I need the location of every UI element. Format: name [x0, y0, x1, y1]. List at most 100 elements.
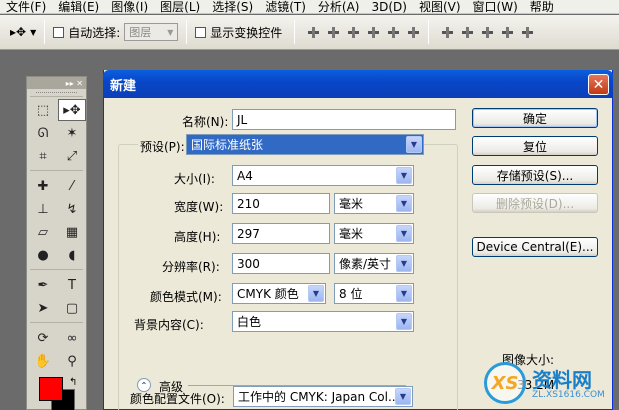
pen-tool-icon[interactable]: ✒ [29, 274, 57, 296]
chevron-down-icon: ▼ [396, 225, 412, 242]
auto-select-value: 图层 [129, 26, 152, 39]
distribute-vcenter-icon[interactable] [461, 26, 474, 39]
menu-bar: 文件(F) 编辑(E) 图像(I) 图层(L) 选择(S) 滤镜(T) 分析(A… [0, 0, 619, 14]
blur-tool-icon[interactable]: ● [29, 244, 57, 266]
watermark-url: ZL.XS1616.COM [532, 390, 605, 400]
eyedropper-tool-icon[interactable]: ⤢ [58, 145, 86, 167]
name-input[interactable]: JL [232, 109, 456, 130]
menu-analysis[interactable]: 分析(A) [312, 1, 366, 13]
marquee-tool-icon[interactable]: ⬚ [29, 99, 57, 121]
align-top-icon[interactable] [307, 26, 320, 39]
healing-brush-tool-icon[interactable]: ✚ [29, 175, 57, 197]
toolbox-titlebar[interactable]: ▸▸ ✕ [27, 77, 86, 89]
lasso-tool-icon[interactable]: ᘏ [29, 122, 57, 144]
auto-select-dropdown[interactable]: 图层 ▼ [124, 23, 179, 41]
bit-depth-value: 8 位 [339, 287, 363, 301]
preset-select[interactable]: 国际标准纸张 ▼ [186, 134, 424, 155]
menu-file[interactable]: 文件(F) [0, 1, 52, 13]
watermark-logo: XS [484, 362, 526, 404]
crop-tool-icon[interactable]: ⌗ [29, 145, 57, 167]
swap-colors-icon[interactable]: ↰ [69, 377, 77, 388]
divider [44, 20, 46, 44]
watermark: XS 资料网 ZL.XS1616.COM [482, 358, 619, 410]
align-hcenter-icon[interactable] [387, 26, 400, 39]
bg-contents-value: 白色 [237, 315, 262, 329]
chevron-down-icon: ▼ [406, 136, 422, 153]
preset-label: 预设(P): [138, 138, 187, 155]
menu-3d[interactable]: 3D(D) [365, 1, 412, 13]
menu-layer[interactable]: 图层(L) [154, 1, 206, 13]
auto-select-checkbox[interactable] [53, 26, 65, 38]
reset-button[interactable]: 复位 [472, 136, 598, 156]
ok-button[interactable]: 确定 [472, 108, 598, 128]
align-left-icon[interactable] [367, 26, 380, 39]
3d-orbit-tool-icon[interactable]: ∞ [58, 327, 86, 349]
resolution-unit-value: 像素/英寸 [339, 257, 392, 271]
options-bar: ▸✥ ▼ 自动选择: 图层 ▼ 显示变换控件 [0, 15, 619, 50]
collapse-icon[interactable]: ▸▸ ✕ [66, 79, 83, 88]
bg-contents-select[interactable]: 白色 ▼ [232, 311, 414, 332]
tool-preset-picker[interactable]: ▸✥ ▼ [10, 25, 36, 39]
width-input[interactable]: 210 [232, 193, 330, 214]
clone-stamp-tool-icon[interactable]: ⊥ [29, 198, 57, 220]
distribute-top-icon[interactable] [441, 26, 454, 39]
align-right-icon[interactable] [407, 26, 420, 39]
gradient-tool-icon[interactable]: ▦ [58, 221, 86, 243]
hand-tool-icon[interactable]: ✋ [29, 350, 57, 372]
3d-rotate-tool-icon[interactable]: ⟳ [29, 327, 57, 349]
auto-select-label: 自动选择: [68, 25, 121, 40]
eraser-tool-icon[interactable]: ▱ [29, 221, 57, 243]
divider [294, 20, 296, 44]
resolution-value: 300 [237, 256, 260, 271]
color-profile-select[interactable]: 工作中的 CMYK: Japan Col... ▼ [233, 386, 413, 407]
name-label: 名称(N): [182, 115, 229, 129]
menu-help[interactable]: 帮助 [524, 1, 560, 13]
tools-grid: ✒ T ➤ ▢ [27, 272, 86, 321]
magic-wand-tool-icon[interactable]: ✶ [58, 122, 86, 144]
width-unit-value: 毫米 [339, 197, 364, 211]
height-unit-select[interactable]: 毫米 ▼ [334, 223, 414, 244]
distribute-bottom-icon[interactable] [481, 26, 494, 39]
history-brush-tool-icon[interactable]: ↯ [58, 198, 86, 220]
toolbox-grip[interactable] [30, 89, 83, 97]
tools-grid: ✚ ⁄ ⊥ ↯ ▱ ▦ ● ◖ [27, 173, 86, 268]
chevron-down-icon: ▼ [395, 388, 411, 405]
close-button[interactable]: ✕ [588, 74, 609, 95]
resolution-input[interactable]: 300 [232, 253, 330, 274]
dialog-titlebar[interactable]: 新建 ✕ [103, 70, 613, 98]
type-tool-icon[interactable]: T [58, 274, 86, 296]
shape-tool-icon[interactable]: ▢ [58, 297, 86, 319]
dodge-tool-icon[interactable]: ◖ [58, 244, 86, 266]
resolution-unit-select[interactable]: 像素/英寸 ▼ [334, 253, 414, 274]
brush-tool-icon[interactable]: ⁄ [58, 175, 86, 197]
device-central-button[interactable]: Device Central(E)... [472, 237, 598, 257]
size-select[interactable]: A4 ▼ [232, 165, 414, 186]
path-selection-tool-icon[interactable]: ➤ [29, 297, 57, 319]
menu-filter[interactable]: 滤镜(T) [259, 1, 312, 13]
resolution-label: 分辨率(R): [162, 260, 220, 274]
height-input[interactable]: 297 [232, 223, 330, 244]
preset-value: 国际标准纸张 [191, 138, 264, 152]
width-unit-select[interactable]: 毫米 ▼ [334, 193, 414, 214]
menu-image[interactable]: 图像(I) [105, 1, 154, 13]
distribute-left-icon[interactable] [501, 26, 514, 39]
foreground-color-swatch[interactable] [39, 377, 63, 401]
save-preset-button[interactable]: 存储预设(S)... [472, 165, 598, 185]
distribute-hcenter-icon[interactable] [521, 26, 534, 39]
zoom-tool-icon[interactable]: ⚲ [58, 350, 86, 372]
menu-edit[interactable]: 编辑(E) [52, 1, 105, 13]
align-buttons [307, 26, 420, 39]
menu-window[interactable]: 窗口(W) [467, 1, 524, 13]
tools-grid: ⟳ ∞ ✋ ⚲ [27, 325, 86, 374]
height-value: 297 [237, 226, 260, 241]
divider [186, 20, 188, 44]
menu-view[interactable]: 视图(V) [413, 1, 467, 13]
color-mode-select[interactable]: CMYK 颜色 ▼ [232, 283, 326, 304]
move-tool-icon[interactable]: ▸✥ [58, 99, 86, 121]
menu-select[interactable]: 选择(S) [206, 1, 259, 13]
bit-depth-select[interactable]: 8 位 ▼ [334, 283, 414, 304]
align-vcenter-icon[interactable] [327, 26, 340, 39]
width-value: 210 [237, 196, 260, 211]
align-bottom-icon[interactable] [347, 26, 360, 39]
show-transform-checkbox[interactable] [195, 26, 207, 38]
